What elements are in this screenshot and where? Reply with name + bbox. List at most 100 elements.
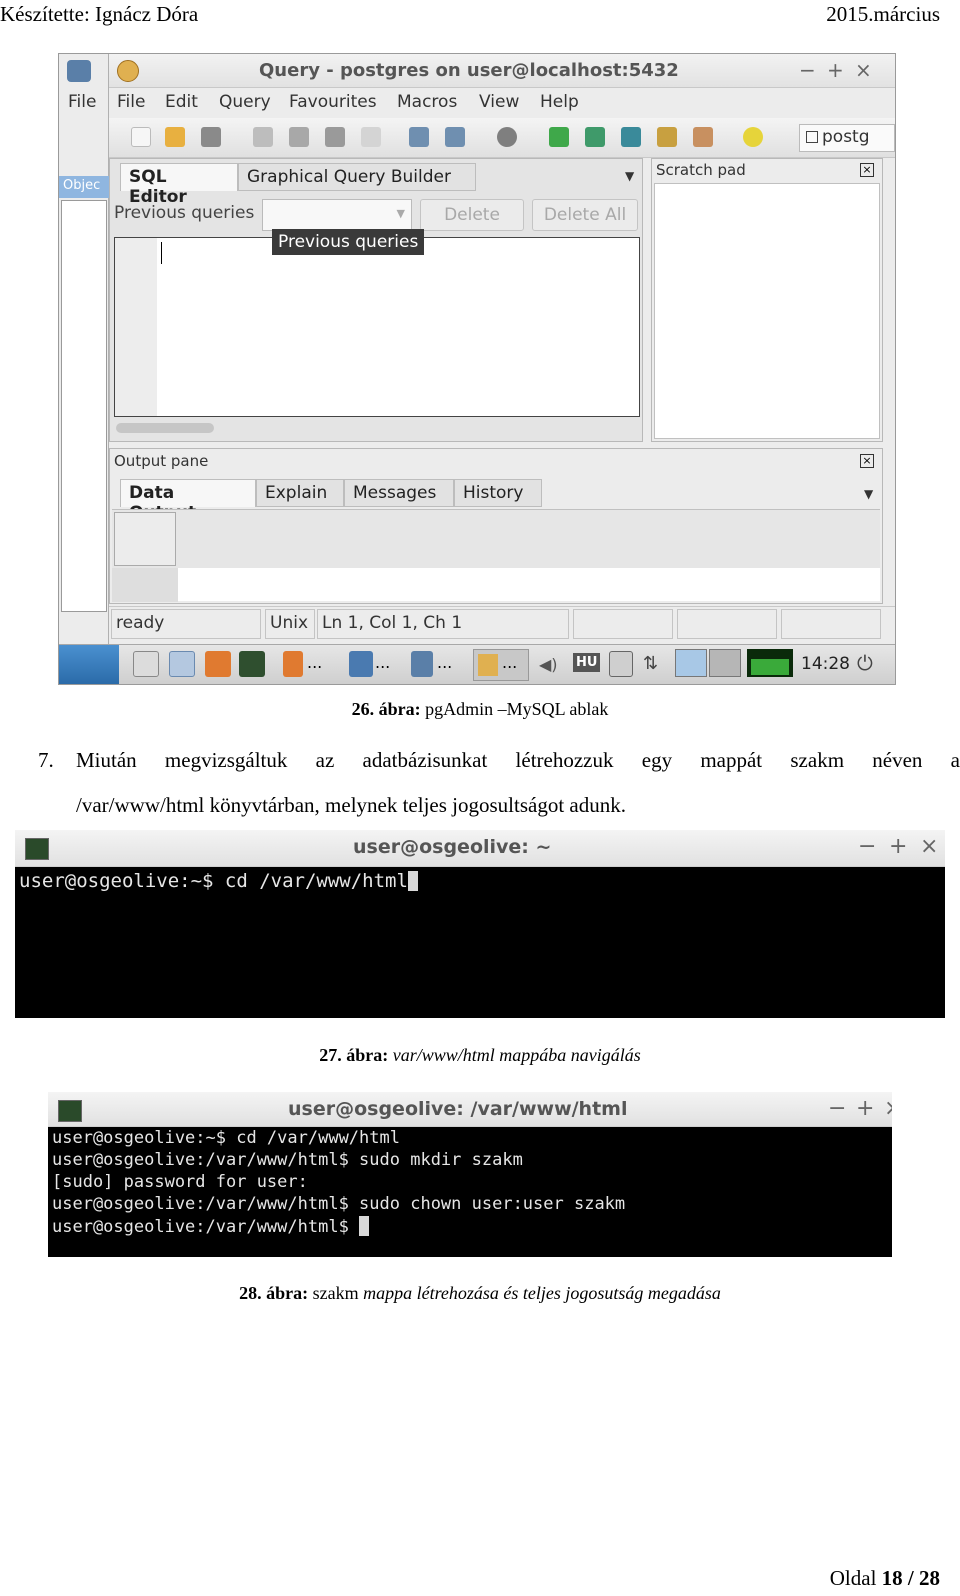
previous-queries-select[interactable]: ▼	[262, 199, 412, 231]
network-icon[interactable]: ⇅	[643, 653, 658, 674]
horizontal-scrollbar[interactable]	[116, 423, 214, 433]
execute-pgscript-icon[interactable]	[585, 127, 605, 147]
tab-data-output[interactable]: Data Output	[120, 479, 256, 523]
execute-icon[interactable]	[549, 127, 569, 147]
tab-sql-editor[interactable]: SQL Editor	[120, 163, 238, 207]
clear-icon[interactable]	[361, 127, 381, 147]
terminal-2-close[interactable]: ×	[884, 1096, 892, 1121]
query-task-button[interactable]: ...	[473, 649, 529, 681]
help-icon[interactable]	[743, 127, 763, 147]
object-browser-side: File Objec	[59, 54, 109, 644]
new-file-icon[interactable]	[131, 127, 151, 147]
output-pane-title: Output pane	[114, 452, 209, 470]
menu-macros[interactable]: Macros	[397, 92, 457, 112]
terminal-2-title: user@osgeolive: /var/www/html	[288, 1098, 628, 1120]
terminal-1-cursor	[407, 871, 418, 891]
close-button[interactable]: ×	[855, 58, 872, 82]
minimize-button[interactable]: −	[799, 58, 816, 82]
output-pane-close-icon[interactable]: ×	[860, 454, 874, 468]
start-menu-icon[interactable]	[59, 645, 119, 684]
previous-queries-label: Previous queries	[114, 203, 255, 223]
keyboard-icon[interactable]	[609, 651, 633, 677]
figure-27-text: var/www/html mappába navigálás	[392, 1045, 641, 1065]
elephant-icon	[67, 60, 91, 82]
figure-28-caption: 28. ábra: szakm mappa létrehozása és tel…	[0, 1283, 960, 1304]
file-manager-icon[interactable]	[169, 651, 195, 677]
workspace-1[interactable]	[675, 649, 707, 677]
open-folder-icon[interactable]	[165, 127, 185, 147]
terminal-1-close[interactable]: ×	[920, 834, 938, 859]
undo-icon[interactable]	[409, 127, 429, 147]
cut-icon[interactable]	[253, 127, 273, 147]
terminal-1-minimize[interactable]: −	[858, 834, 876, 859]
maximize-button[interactable]: +	[827, 58, 844, 82]
tab-explain[interactable]: Explain	[256, 479, 344, 507]
firefox-task-icon[interactable]	[283, 651, 303, 677]
sql-text-area[interactable]	[114, 237, 640, 417]
keyboard-layout-indicator[interactable]: HU	[573, 653, 601, 672]
execute-to-file-icon[interactable]	[621, 127, 641, 147]
output-tab-dropdown-icon[interactable]: ▼	[864, 487, 873, 501]
object-tree[interactable]	[61, 200, 107, 612]
menu-query[interactable]: Query	[219, 92, 271, 112]
menu-file[interactable]: File	[117, 92, 145, 112]
title-bar: Query - postgres on user@localhost:5432 …	[109, 54, 895, 88]
window-task-label[interactable]: ...	[375, 653, 390, 672]
pgadmin-task-icon[interactable]	[411, 651, 433, 677]
tab-messages[interactable]: Messages	[344, 479, 454, 507]
footer-prefix: Oldal	[829, 1566, 882, 1590]
show-desktop-icon[interactable]	[133, 651, 159, 677]
figure-26-caption: 26. ábra: pgAdmin –MySQL ablak	[0, 699, 960, 720]
terminal-icon[interactable]	[239, 651, 265, 677]
terminal-2-titlebar: user@osgeolive: /var/www/html − + ×	[48, 1092, 892, 1127]
window-task-icon[interactable]	[349, 651, 373, 677]
menu-edit[interactable]: Edit	[165, 92, 198, 112]
delete-all-button[interactable]: Delete All	[532, 199, 638, 231]
terminal-1-titlebar: user@osgeolive: ~ − + ×	[15, 830, 945, 867]
header-date: 2015.március	[826, 2, 940, 26]
save-icon[interactable]	[201, 127, 221, 147]
menu-favourites[interactable]: Favourites	[289, 92, 377, 112]
tab-history[interactable]: History	[454, 479, 542, 507]
paste-icon[interactable]	[325, 127, 345, 147]
scratch-pad-text[interactable]	[654, 183, 880, 439]
workspace-2[interactable]	[709, 649, 741, 677]
volume-icon[interactable]: ◀)	[539, 655, 558, 674]
find-icon[interactable]	[497, 127, 517, 147]
scratch-pad-close-icon[interactable]: ×	[860, 163, 874, 177]
figure-28-number: 28. ábra:	[239, 1283, 309, 1303]
explain-icon[interactable]	[657, 127, 677, 147]
line-gutter	[115, 238, 157, 416]
page-number: 18 / 28	[881, 1566, 940, 1590]
server-combo-label: postg	[822, 127, 870, 147]
terminal-2-line-5[interactable]: user@osgeolive:/var/www/html$	[52, 1216, 370, 1237]
menu-help[interactable]: Help	[540, 92, 579, 112]
terminal-1-command: user@osgeolive:~$ cd /var/www/html	[19, 870, 408, 892]
cancel-query-icon[interactable]	[693, 127, 713, 147]
scratch-pad-title: Scratch pad	[656, 161, 746, 179]
power-icon[interactable]: ⏻	[857, 651, 873, 675]
app-icon	[117, 60, 139, 82]
status-cell-3	[781, 609, 881, 639]
firefox-task-label[interactable]: ...	[307, 653, 322, 672]
server-combo[interactable]: postg	[799, 124, 895, 152]
menu-view[interactable]: View	[479, 92, 519, 112]
terminal-1-maximize[interactable]: +	[889, 834, 907, 859]
menu-bar: File Edit Query Favourites Macros View H…	[109, 88, 895, 118]
tab-dropdown-icon[interactable]: ▼	[625, 169, 634, 183]
terminal-1-title: user@osgeolive: ~	[353, 836, 552, 858]
terminal-2-maximize[interactable]: +	[856, 1096, 874, 1121]
redo-icon[interactable]	[445, 127, 465, 147]
query-task-icon	[478, 654, 498, 676]
pgadmin-task-label[interactable]: ...	[437, 653, 452, 672]
clock: 14:28	[801, 654, 850, 674]
firefox-icon[interactable]	[205, 651, 231, 677]
cpu-monitor	[747, 649, 793, 677]
data-output-grid[interactable]	[112, 509, 880, 602]
copy-icon[interactable]	[289, 127, 309, 147]
terminal-1-line[interactable]: user@osgeolive:~$ cd /var/www/html	[19, 870, 418, 892]
terminal-2-minimize[interactable]: −	[828, 1096, 846, 1121]
delete-button[interactable]: Delete	[420, 199, 524, 231]
tab-graphical-query-builder[interactable]: Graphical Query Builder	[238, 163, 476, 191]
side-file-menu[interactable]: File	[68, 92, 96, 112]
